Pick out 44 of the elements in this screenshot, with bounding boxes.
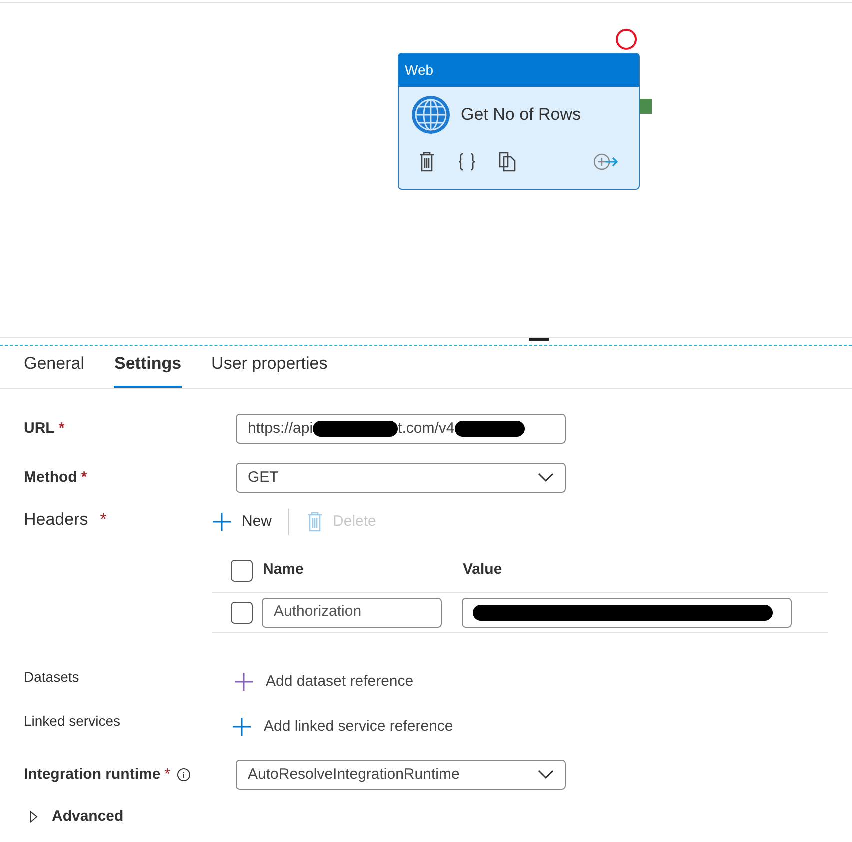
method-dropdown[interactable]: GET xyxy=(236,463,566,493)
field-label: Linked services xyxy=(24,712,122,732)
column-header: Name xyxy=(263,560,305,580)
new-button[interactable]: New xyxy=(212,510,288,534)
add-dataset-button[interactable]: Add dataset reference xyxy=(234,671,414,694)
info-icon[interactable] xyxy=(176,768,191,782)
code-braces-icon[interactable] xyxy=(457,152,477,172)
required-mark: * xyxy=(164,764,171,785)
runtime-dropdown[interactable]: AutoResolveIntegrationRuntime xyxy=(236,760,566,790)
url-field[interactable]: https://api t.com/v4 xyxy=(236,414,566,444)
chevron-down-icon xyxy=(538,770,554,780)
field-label: URL xyxy=(24,418,55,439)
activity-node[interactable]: Web Get No of Rows xyxy=(398,53,640,190)
trash-icon xyxy=(307,512,324,532)
plus-icon xyxy=(232,716,252,737)
node-type-label: Web xyxy=(399,54,639,87)
add-output-icon[interactable] xyxy=(593,153,619,171)
column-header: Value xyxy=(463,560,502,580)
tab[interactable]: General xyxy=(24,350,84,388)
resize-handle[interactable] xyxy=(529,338,549,341)
advanced-toggle[interactable]: Advanced xyxy=(24,806,124,828)
copy-icon[interactable] xyxy=(499,152,517,172)
field-label: Method xyxy=(24,468,78,488)
plus-icon xyxy=(212,512,232,532)
trash-icon[interactable] xyxy=(419,152,435,172)
field-label: Integration runtime xyxy=(24,764,161,785)
tab[interactable]: User properties xyxy=(212,350,328,388)
redaction-mark xyxy=(454,421,525,437)
plus-icon xyxy=(234,672,254,692)
required-mark: * xyxy=(58,418,65,439)
required-mark: * xyxy=(81,468,88,488)
checkbox[interactable] xyxy=(231,602,253,624)
field-label: Datasets xyxy=(24,668,80,687)
tab[interactable]: Settings xyxy=(114,350,182,388)
node-title: Get No of Rows xyxy=(461,104,581,126)
globe-icon xyxy=(411,94,451,134)
required-mark: * xyxy=(100,509,107,531)
header-name-field[interactable]: Authorization xyxy=(262,598,442,628)
checkbox[interactable] xyxy=(231,560,253,582)
header-value-field[interactable] xyxy=(462,598,792,628)
add-linked-service-button[interactable]: Add linked service reference xyxy=(232,716,454,738)
chevron-down-icon xyxy=(538,473,554,483)
caret-icon xyxy=(30,811,38,824)
field-label: Headers xyxy=(24,509,88,531)
